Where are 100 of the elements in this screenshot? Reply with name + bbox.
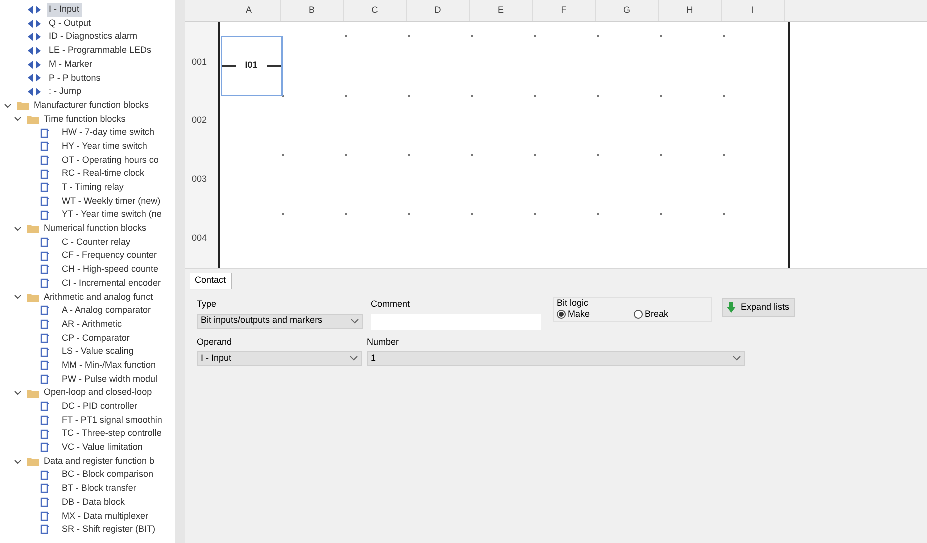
- block-icon: [40, 264, 50, 276]
- scrollbar[interactable]: [175, 0, 185, 543]
- block-icon: [40, 305, 50, 316]
- column-header: D: [407, 0, 470, 21]
- tree-item[interactable]: RC - Real-time clock: [62, 167, 145, 181]
- block-icon: [40, 237, 50, 248]
- block-icon: [40, 360, 50, 372]
- field-label: Comment: [371, 298, 412, 311]
- caret-icon: [350, 356, 358, 361]
- tree-item[interactable]: DB - Data block: [62, 496, 126, 510]
- tree-item[interactable]: BC - Block comparison: [62, 468, 154, 482]
- tree-item[interactable]: : - Jump: [47, 85, 84, 99]
- folder-label[interactable]: Data and register function b: [44, 454, 155, 468]
- column-header: B: [281, 0, 344, 21]
- tree-item[interactable]: WT - Weekly timer (new): [62, 194, 161, 208]
- field-label: Operand: [197, 336, 234, 349]
- block-icon: [40, 128, 50, 139]
- tree-item[interactable]: AR - Arithmetic: [62, 318, 122, 332]
- caret-icon: [733, 356, 741, 361]
- tree-item[interactable]: CI - Incremental encoder: [62, 276, 162, 290]
- expand-lists-button[interactable]: Expand lists: [722, 298, 795, 317]
- folder-label[interactable]: Open-loop and closed-loop: [44, 386, 152, 400]
- chevron-icon[interactable]: [14, 224, 22, 233]
- column-header: A: [218, 0, 281, 21]
- contact-element[interactable]: I01: [221, 36, 283, 96]
- tree-item[interactable]: M - Marker: [47, 58, 94, 72]
- block-icon: [40, 141, 50, 152]
- column-header: F: [533, 0, 596, 21]
- block-icon: [40, 414, 50, 426]
- tree-item[interactable]: BT - Block transfer: [62, 482, 136, 496]
- folder-icon: [27, 457, 39, 466]
- tree-item[interactable]: LS - Value scaling: [62, 345, 134, 359]
- folder-label[interactable]: Arithmetic and analog funct: [44, 290, 154, 304]
- block-icon: [40, 278, 50, 290]
- block-icon: [40, 154, 50, 166]
- tree-item[interactable]: HW - 7-day time switch: [62, 126, 155, 140]
- block-icon: [40, 332, 50, 344]
- block-icon: [40, 483, 50, 494]
- block-icon: [40, 374, 50, 385]
- tree-item[interactable]: YT - Year time switch (ne: [62, 208, 162, 222]
- tree-item[interactable]: OT - Operating hours co: [62, 154, 159, 168]
- tree-item[interactable]: PW - Pulse width modul: [62, 372, 158, 386]
- folder-label[interactable]: Time function blocks: [44, 112, 126, 126]
- folder-label[interactable]: Numerical function blocks: [44, 222, 147, 236]
- block-icon: [40, 442, 50, 454]
- tree-item[interactable]: T - Timing relay: [62, 181, 124, 195]
- chevron-icon[interactable]: [14, 458, 22, 466]
- folder-icon: [27, 388, 39, 398]
- tree-item[interactable]: LE - Programmable LEDs: [47, 44, 154, 58]
- tree-item[interactable]: DC - PID controller: [62, 400, 138, 414]
- tree-item[interactable]: CF - Frequency counter: [62, 249, 158, 263]
- folder-label[interactable]: Manufacturer function blocks: [34, 98, 150, 112]
- radio-button[interactable]: [634, 310, 643, 320]
- tree-item[interactable]: MM - Min-/Max function: [62, 358, 156, 372]
- operand-select[interactable]: I - Input: [197, 351, 362, 366]
- tree-item[interactable]: A - Analog comparator: [62, 304, 152, 318]
- tree-item[interactable]: TC - Three-step controlle: [62, 427, 162, 441]
- tree-item[interactable]: C - Counter relay: [62, 236, 131, 250]
- tree-item[interactable]: CP - Comparator: [62, 332, 130, 346]
- radio-button[interactable]: [557, 310, 566, 320]
- tree-item[interactable]: VC - Value limitation: [62, 441, 143, 455]
- tree-item[interactable]: FT - PT1 signal smoothin: [62, 414, 162, 428]
- block-icon: [40, 346, 50, 358]
- tree-item[interactable]: CH - High-speed counte: [62, 263, 159, 277]
- number-select[interactable]: 1: [367, 351, 745, 366]
- radio-label[interactable]: Make: [568, 308, 590, 322]
- tree-item[interactable]: P - P buttons: [47, 72, 103, 86]
- tree-item[interactable]: I - Input: [47, 3, 82, 17]
- radio-label[interactable]: Break: [645, 308, 669, 322]
- arrows-icon: [28, 74, 41, 82]
- field-label: Type: [197, 298, 218, 311]
- tree-item[interactable]: SR - Shift register (BIT): [62, 523, 156, 537]
- block-icon: [40, 196, 50, 207]
- tree-item[interactable]: ID - Diagnostics alarm: [47, 30, 140, 44]
- arrows-icon: [28, 20, 41, 28]
- group-label: Bit logic: [557, 298, 590, 308]
- folder-icon: [17, 101, 29, 110]
- block-icon: [40, 401, 50, 412]
- block-icon: [40, 470, 50, 481]
- column-header: E: [470, 0, 533, 21]
- folder-icon: [27, 292, 39, 302]
- row-number: 002: [192, 114, 208, 128]
- block-icon: [40, 319, 50, 330]
- block-icon: [40, 524, 50, 536]
- folder-icon: [27, 224, 39, 234]
- row-number: 003: [192, 173, 208, 186]
- tree-item[interactable]: Q - Output: [47, 16, 94, 30]
- block-icon: [40, 250, 50, 262]
- chevron-icon[interactable]: [14, 389, 22, 398]
- tree-item[interactable]: HY - Year time switch: [62, 140, 148, 154]
- chevron-icon[interactable]: [14, 293, 22, 302]
- block-icon: [40, 510, 50, 522]
- block-icon: [40, 497, 50, 508]
- arrows-icon: [28, 60, 41, 69]
- panel-tab[interactable]: Contact: [190, 273, 232, 289]
- tree-item[interactable]: MX - Data multiplexer: [62, 510, 149, 524]
- type-select[interactable]: Bit inputs/outputs and markers: [197, 314, 363, 328]
- column-header: G: [596, 0, 659, 21]
- block-icon: [40, 168, 50, 180]
- field-label: Number: [367, 336, 400, 348]
